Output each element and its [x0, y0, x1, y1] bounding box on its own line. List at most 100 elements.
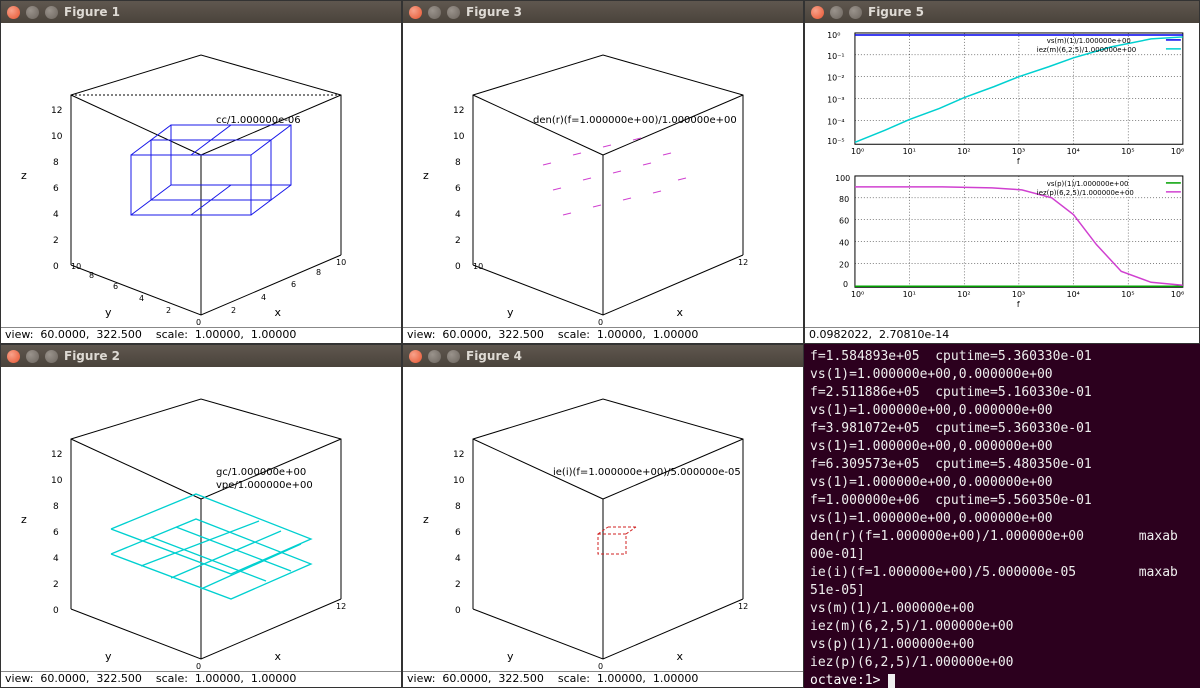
maximize-icon[interactable]: [45, 6, 58, 19]
figure-3-window[interactable]: Figure 3 02 46 810 12: [402, 0, 804, 344]
svg-text:4: 4: [139, 294, 144, 303]
svg-text:10²: 10²: [957, 290, 970, 299]
maximize-icon[interactable]: [447, 6, 460, 19]
svg-text:60: 60: [839, 217, 849, 226]
svg-text:10⁻²: 10⁻²: [827, 74, 844, 83]
svg-text:8: 8: [53, 502, 59, 512]
svg-text:12: 12: [453, 450, 464, 460]
figure-5-window[interactable]: Figure 5 10⁰ 10⁻¹ 10⁻²: [804, 0, 1200, 344]
svg-text:10: 10: [71, 262, 81, 271]
svg-text:12: 12: [738, 602, 748, 611]
svg-text:0: 0: [598, 662, 603, 671]
figure-4-window[interactable]: Figure 4 02 46 810 12: [402, 344, 804, 688]
svg-text:2: 2: [231, 306, 236, 315]
figure-3-titlebar[interactable]: Figure 3: [403, 1, 803, 23]
svg-text:2: 2: [455, 236, 461, 246]
svg-text:2: 2: [53, 236, 59, 246]
svg-text:0: 0: [53, 606, 59, 616]
z-axis-label: z: [423, 169, 429, 182]
svg-text:2: 2: [166, 306, 171, 315]
close-icon[interactable]: [409, 6, 422, 19]
svg-text:8: 8: [53, 158, 59, 168]
svg-text:10²: 10²: [957, 147, 970, 156]
svg-text:4: 4: [53, 554, 59, 564]
window-title: Figure 1: [64, 5, 120, 19]
x-axis-label: x: [274, 306, 281, 319]
svg-text:12: 12: [51, 106, 62, 116]
svg-text:12: 12: [51, 450, 62, 460]
close-icon[interactable]: [7, 350, 20, 363]
figure-1-status: view: 60.0000, 322.500 scale: 1.00000, 1…: [1, 327, 401, 343]
svg-text:10⁻⁴: 10⁻⁴: [827, 117, 844, 126]
figure-2-plot[interactable]: 02 46 810 12 012: [1, 367, 401, 671]
svg-text:8: 8: [455, 158, 461, 168]
figure-1-plot[interactable]: 0 2 4 6 8 10 12: [1, 23, 401, 327]
svg-text:10⁰: 10⁰: [851, 290, 864, 299]
svg-text:6: 6: [53, 184, 59, 194]
y-axis-label: y: [105, 306, 112, 319]
z-axis-label: z: [21, 169, 27, 182]
svg-text:10⁻⁵: 10⁻⁵: [827, 137, 844, 146]
svg-text:8: 8: [455, 502, 461, 512]
figure-5-charts[interactable]: 10⁰10⁻¹10⁻² 10⁻³10⁻⁴10⁻⁵ 10⁰10¹10² 10³10…: [805, 23, 1199, 327]
figure-2-status: view: 60.0000, 322.500 scale: 1.00000, 1…: [1, 671, 401, 687]
svg-text:2: 2: [53, 580, 59, 590]
window-title: Figure 4: [466, 349, 522, 363]
svg-text:40: 40: [839, 239, 849, 248]
y-axis-label: y: [105, 650, 112, 663]
svg-text:4: 4: [455, 554, 461, 564]
figure-2-window[interactable]: Figure 2 02 46 810 12: [0, 344, 402, 688]
figure-1-titlebar[interactable]: Figure 1: [1, 1, 401, 23]
figure-2-titlebar[interactable]: Figure 2: [1, 345, 401, 367]
svg-text:10⁵: 10⁵: [1121, 147, 1134, 156]
octave-terminal[interactable]: f=1.584893e+05 cputime=5.360330e-01 vs(1…: [804, 344, 1200, 688]
svg-text:10⁻¹: 10⁻¹: [827, 52, 844, 61]
window-title: Figure 2: [64, 349, 120, 363]
x-axis-label: x: [676, 650, 683, 663]
minimize-icon[interactable]: [26, 6, 39, 19]
svg-text:10⁶: 10⁶: [1171, 147, 1184, 156]
svg-text:10⁵: 10⁵: [1121, 290, 1134, 299]
svg-text:10⁰: 10⁰: [851, 147, 864, 156]
close-icon[interactable]: [811, 6, 824, 19]
figure-3-status: view: 60.0000, 322.500 scale: 1.00000, 1…: [403, 327, 803, 343]
svg-text:0: 0: [843, 280, 848, 289]
maximize-icon[interactable]: [849, 6, 862, 19]
close-icon[interactable]: [7, 6, 20, 19]
svg-text:8: 8: [316, 268, 321, 277]
figure-3-legend: den(r)(f=1.000000e+00)/1.000000e+00: [533, 115, 737, 126]
svg-text:80: 80: [839, 195, 849, 204]
window-title: Figure 3: [466, 5, 522, 19]
svg-text:4: 4: [455, 210, 461, 220]
maximize-icon[interactable]: [45, 350, 58, 363]
z-axis-label: z: [21, 513, 27, 526]
figure-5-bottom-chart: 1008060 40200 10⁰10¹10² 10³10⁴10⁵10⁶ f v…: [811, 170, 1193, 309]
svg-text:10⁴: 10⁴: [1067, 290, 1080, 299]
svg-text:12: 12: [738, 258, 748, 267]
close-icon[interactable]: [409, 350, 422, 363]
svg-text:vs(m)(1)/1.000000e+00: vs(m)(1)/1.000000e+00: [1047, 37, 1131, 45]
maximize-icon[interactable]: [447, 350, 460, 363]
svg-text:12: 12: [336, 602, 346, 611]
svg-text:0: 0: [196, 318, 201, 327]
svg-text:0: 0: [455, 262, 461, 272]
y-axis-label: y: [507, 306, 514, 319]
figure-5-status: 0.0982022, 2.70810e-14: [805, 327, 1199, 343]
svg-text:2: 2: [455, 580, 461, 590]
figure-5-titlebar[interactable]: Figure 5: [805, 1, 1199, 23]
minimize-icon[interactable]: [428, 350, 441, 363]
minimize-icon[interactable]: [26, 350, 39, 363]
figure-4-plot[interactable]: 02 46 810 12 012 ie(i)(f=1.000000e+00)/5…: [403, 367, 803, 671]
minimize-icon[interactable]: [428, 6, 441, 19]
svg-text:0: 0: [53, 262, 59, 272]
svg-text:10⁻³: 10⁻³: [827, 96, 844, 105]
figure-4-titlebar[interactable]: Figure 4: [403, 345, 803, 367]
figure-1-window[interactable]: Figure 1 0 2 4 6 8 10 12: [0, 0, 402, 344]
svg-text:6: 6: [291, 280, 296, 289]
svg-text:100: 100: [835, 174, 850, 183]
figure-3-plot[interactable]: 02 46 810 12 012 10: [403, 23, 803, 327]
svg-text:0: 0: [455, 606, 461, 616]
minimize-icon[interactable]: [830, 6, 843, 19]
svg-text:0: 0: [598, 318, 603, 327]
z-axis-label: z: [423, 513, 429, 526]
